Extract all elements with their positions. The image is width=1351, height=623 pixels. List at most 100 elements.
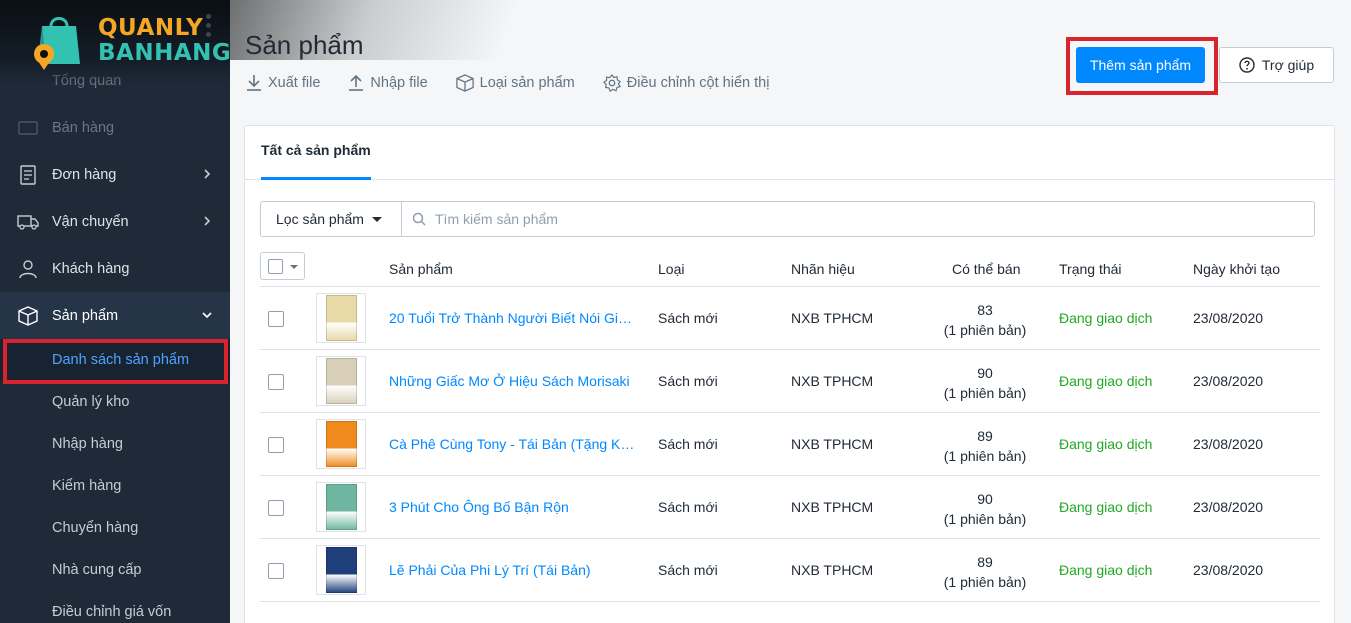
row-checkbox[interactable] xyxy=(268,437,284,453)
product-type: Sách mới xyxy=(658,499,718,515)
chevron-right-icon xyxy=(204,169,211,179)
upload-icon xyxy=(349,74,364,91)
product-name-link[interactable]: Cà Phê Cùng Tony - Tái Bản (Tặng Kèm 1 C… xyxy=(389,436,639,452)
product-name-link[interactable]: 3 Phút Cho Ông Bố Bận Rộn xyxy=(389,499,639,515)
product-thumbnail[interactable] xyxy=(316,482,366,532)
qty-value: 83 xyxy=(977,302,993,318)
sidebar-item-sales[interactable]: Bán hàng xyxy=(0,104,230,151)
column-header-status[interactable]: Trạng thái xyxy=(1059,261,1122,277)
status-badge: Đang giao dịch xyxy=(1059,373,1153,389)
download-icon xyxy=(247,75,261,91)
table-row[interactable]: 20 Tuổi Trở Thành Người Biết Nói Giỏi Là… xyxy=(260,287,1320,350)
sidebar-subitem-label: Chuyển hàng xyxy=(52,520,139,536)
status-badge: Đang giao dịch xyxy=(1059,562,1153,578)
shopping-bag-icon xyxy=(34,17,80,70)
table-row[interactable]: Lẽ Phải Của Phi Lý Trí (Tái Bản) Sách mới… xyxy=(260,539,1320,602)
bulk-select-dropdown[interactable] xyxy=(260,252,305,280)
column-header-available[interactable]: Có thể bán xyxy=(952,261,1021,277)
sidebar-subitem-transfer[interactable]: Chuyển hàng xyxy=(0,507,230,549)
tab-all-products[interactable]: Tất cả sản phẩm xyxy=(261,126,371,180)
column-header-created[interactable]: Ngày khởi tạo xyxy=(1193,261,1280,277)
available-quantity: 90 (1 phiên bản) xyxy=(930,489,1040,529)
table-row[interactable]: 3 Phút Cho Ông Bố Bận Rộn Sách mới NXB TPH… xyxy=(260,476,1320,539)
product-name-link[interactable]: Những Giấc Mơ Ở Hiệu Sách Morisaki xyxy=(389,373,639,389)
import-file-label: Nhập file xyxy=(370,75,428,91)
created-date: 23/08/2020 xyxy=(1193,436,1264,452)
variant-count: (1 phiên bản) xyxy=(943,574,1027,590)
box-icon xyxy=(17,305,39,327)
help-button[interactable]: Trợ giúp xyxy=(1219,47,1334,83)
product-brand: NXB TPHCM xyxy=(791,373,874,389)
sidebar-subitem-label: Nhà cung cấp xyxy=(52,562,142,578)
export-file-button[interactable]: Xuất file xyxy=(246,74,320,92)
variant-count: (1 phiên bản) xyxy=(943,385,1027,401)
qty-value: 89 xyxy=(977,428,993,444)
page-title: Sản phẩm xyxy=(245,30,364,60)
caret-down-icon xyxy=(290,265,298,269)
select-all-checkbox[interactable] xyxy=(268,259,283,274)
adjust-columns-button[interactable]: Điều chỉnh cột hiển thị xyxy=(602,74,770,92)
product-thumbnail[interactable] xyxy=(316,293,366,343)
order-doc-icon xyxy=(17,164,39,186)
sidebar-subitem-label: Kiểm hàng xyxy=(52,478,122,494)
import-file-button[interactable]: Nhập file xyxy=(348,74,428,92)
table-header: Sản phẩm Loại Nhãn hiệu Có thể bán Trạng… xyxy=(260,251,1320,287)
product-brand: NXB TPHCM xyxy=(791,499,874,515)
column-header-type[interactable]: Loại xyxy=(658,261,684,277)
add-product-button[interactable]: Thêm sản phẩm xyxy=(1076,47,1205,83)
row-checkbox[interactable] xyxy=(268,374,284,390)
product-type: Sách mới xyxy=(658,373,718,389)
product-name-link[interactable]: 20 Tuổi Trở Thành Người Biết Nói Giỏi Là… xyxy=(389,310,639,326)
row-checkbox[interactable] xyxy=(268,500,284,516)
created-date: 23/08/2020 xyxy=(1193,310,1264,326)
product-brand: NXB TPHCM xyxy=(791,562,874,578)
product-types-button[interactable]: Loại sản phẩm xyxy=(455,74,575,92)
sidebar-subitem-suppliers[interactable]: Nhà cung cấp xyxy=(0,549,230,591)
sidebar-item-products[interactable]: Sản phẩm xyxy=(0,292,230,339)
logo[interactable]: QUANLY BANHANG xyxy=(0,0,230,84)
variant-count: (1 phiên bản) xyxy=(943,448,1027,464)
sidebar-item-orders[interactable]: Đơn hàng xyxy=(0,151,230,198)
sidebar-item-label: Bán hàng xyxy=(52,119,115,136)
product-thumbnail[interactable] xyxy=(316,545,366,595)
toolbar: Xuất file Nhập file Loại sản phẩm Điều c… xyxy=(246,74,797,92)
book-cover-image xyxy=(325,484,357,530)
sidebar-item-label: Vận chuyển xyxy=(52,213,129,230)
sidebar-subitem-inventory[interactable]: Quản lý kho xyxy=(0,381,230,423)
caret-down-icon xyxy=(371,216,382,222)
column-header-brand[interactable]: Nhãn hiệu xyxy=(791,261,855,277)
created-date: 23/08/2020 xyxy=(1193,499,1264,515)
book-cover-image xyxy=(325,547,357,593)
filter-products-dropdown[interactable]: Lọc sản phẩm xyxy=(261,202,402,236)
cube-icon xyxy=(455,74,474,92)
sidebar-subitem-stocktake[interactable]: Kiểm hàng xyxy=(0,465,230,507)
sidebar-item-shipping[interactable]: Vận chuyển xyxy=(0,198,230,245)
product-thumbnail[interactable] xyxy=(316,419,366,469)
table-row[interactable]: Cà Phê Cùng Tony - Tái Bản (Tặng Kèm 1 C… xyxy=(260,413,1320,476)
sidebar-subitem-purchase[interactable]: Nhập hàng xyxy=(0,423,230,465)
search-input[interactable] xyxy=(435,211,1035,227)
column-header-product[interactable]: Sản phẩm xyxy=(389,261,453,277)
row-checkbox[interactable] xyxy=(268,563,284,579)
variant-count: (1 phiên bản) xyxy=(943,511,1027,527)
sidebar: QUANLY BANHANG Tổng quan Bán hàng Đơn hà… xyxy=(0,0,230,623)
product-thumbnail[interactable] xyxy=(316,356,366,406)
product-brand: NXB TPHCM xyxy=(791,436,874,452)
status-badge: Đang giao dịch xyxy=(1059,436,1153,452)
chevron-down-icon xyxy=(202,312,212,319)
product-types-label: Loại sản phẩm xyxy=(479,75,575,91)
book-cover-image xyxy=(325,358,357,404)
created-date: 23/08/2020 xyxy=(1193,373,1264,389)
available-quantity: 90 (1 phiên bản) xyxy=(930,363,1040,403)
status-badge: Đang giao dịch xyxy=(1059,499,1153,515)
more-dots-icon[interactable] xyxy=(206,14,212,40)
table-row[interactable]: Những Giấc Mơ Ở Hiệu Sách Morisaki Sách m… xyxy=(260,350,1320,413)
sidebar-item-customers[interactable]: Khách hàng xyxy=(0,245,230,292)
available-quantity: 89 (1 phiên bản) xyxy=(930,552,1040,592)
highlight-frame xyxy=(3,339,228,384)
row-checkbox[interactable] xyxy=(268,311,284,327)
adjust-columns-label: Điều chỉnh cột hiển thị xyxy=(626,75,770,91)
sidebar-subitem-cost-adjust[interactable]: Điều chỉnh giá vốn xyxy=(0,591,230,623)
variant-count: (1 phiên bản) xyxy=(943,322,1027,338)
product-name-link[interactable]: Lẽ Phải Của Phi Lý Trí (Tái Bản) xyxy=(389,562,639,578)
